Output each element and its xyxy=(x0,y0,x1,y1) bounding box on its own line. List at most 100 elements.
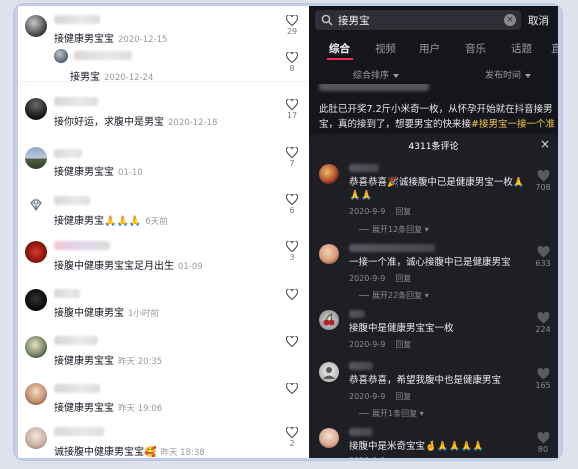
video-description[interactable]: 此肚已开奖7.2斤小米奇一枚，从怀孕开始就在抖音接男 宝，真的接到了，想要男宝的… xyxy=(319,102,555,132)
blurred-username[interactable] xyxy=(54,336,98,345)
divider xyxy=(359,229,369,230)
chevron-down-icon xyxy=(525,73,532,78)
blurred-username[interactable] xyxy=(54,289,80,298)
comment-row[interactable]: 诚接腹中健康男宝宝🥰 昨天 18:38 2 xyxy=(18,419,309,458)
avatar[interactable] xyxy=(25,289,47,311)
blurred-username[interactable] xyxy=(349,362,373,370)
clear-search-icon[interactable]: × xyxy=(504,14,516,26)
close-icon[interactable]: × xyxy=(540,137,550,151)
heart-icon xyxy=(537,368,549,380)
comment-row[interactable]: 接健康男宝宝 昨天 20:35 xyxy=(18,326,309,372)
heart-icon xyxy=(286,15,298,26)
comment-row[interactable]: 接健康男宝宝 2020-12-15 29 xyxy=(18,6,309,46)
blurred-username[interactable] xyxy=(54,149,82,158)
reply-button[interactable]: 回复 xyxy=(395,207,411,216)
reply-row[interactable]: 接男宝 2020-12-24 8 xyxy=(18,46,309,83)
blurred-username[interactable] xyxy=(54,97,98,106)
expand-replies[interactable]: 展开22条回复 ▾ xyxy=(359,290,429,301)
comment-row[interactable]: 接健康男宝🙏🙏🙏 6天前 6 xyxy=(18,186,309,231)
search-input[interactable]: 接男宝 × xyxy=(315,10,521,30)
comment-text: 接你好运，求腹中是男宝 2020-12-18 xyxy=(54,113,217,128)
tab-comprehensive[interactable]: 综合 xyxy=(329,41,350,56)
diamond-icon xyxy=(30,199,42,212)
tab-topics[interactable]: 话题 xyxy=(511,41,532,56)
like-button[interactable]: 2 xyxy=(284,427,300,448)
comment-row[interactable]: 接腹中健康男宝宝足月出生 01-09 3 xyxy=(18,233,309,278)
video-author-line xyxy=(309,84,558,99)
blurred-username[interactable] xyxy=(349,428,373,436)
hashtag-link[interactable]: #接男宝一接一个准 xyxy=(471,119,555,130)
sort-dropdown[interactable]: 综合排序 xyxy=(353,68,400,81)
comment-row[interactable]: 接腹中健康男宝 1小时前 xyxy=(18,279,309,324)
like-button[interactable]: 165 xyxy=(534,368,552,390)
comment-date: 2020-9-9 xyxy=(349,274,386,283)
like-button[interactable]: 29 xyxy=(284,15,300,36)
avatar[interactable] xyxy=(319,164,339,184)
tab-video[interactable]: 视频 xyxy=(375,41,396,56)
comment-date: 2020-12-15 xyxy=(118,35,168,45)
avatar[interactable] xyxy=(25,241,47,263)
avatar[interactable] xyxy=(54,49,68,63)
comment-row[interactable]: 接健康男宝宝 昨天 19:06 xyxy=(18,372,309,419)
avatar[interactable] xyxy=(319,310,339,330)
heart-icon xyxy=(286,241,298,252)
like-button[interactable]: 6 xyxy=(284,194,300,215)
like-button[interactable]: 3 xyxy=(284,241,300,262)
heart-icon xyxy=(286,427,298,438)
blurred-username[interactable] xyxy=(54,384,100,393)
comment-row[interactable]: 接你好运，求腹中是男宝 2020-12-18 17 xyxy=(18,89,309,134)
reply-button[interactable]: 回复 xyxy=(395,340,411,349)
blurred-username[interactable] xyxy=(54,15,100,24)
like-button[interactable]: 224 xyxy=(534,312,552,334)
like-button[interactable] xyxy=(284,336,300,348)
tab-users[interactable]: 用户 xyxy=(419,41,440,56)
comment-row[interactable]: 接健康男宝宝 01-10 7 xyxy=(18,136,309,183)
blurred-username[interactable] xyxy=(349,164,379,172)
avatar[interactable] xyxy=(25,383,47,405)
tab-music[interactable]: 音乐 xyxy=(465,41,486,56)
avatar[interactable] xyxy=(319,362,339,382)
like-button[interactable]: 80 xyxy=(534,432,552,454)
reply-button[interactable]: 回复 xyxy=(395,274,411,283)
like-button[interactable]: 708 xyxy=(534,170,552,192)
blurred-username[interactable] xyxy=(349,310,365,318)
comment-date: 01-09 xyxy=(178,262,203,272)
avatar[interactable] xyxy=(25,98,47,120)
avatar[interactable] xyxy=(25,147,47,169)
avatar[interactable] xyxy=(319,244,339,264)
like-button[interactable] xyxy=(284,383,300,395)
comment-text: 恭喜恭喜，希望我腹中也是健康男宝 xyxy=(349,375,502,386)
comment-meta: 2020-9-9 回复 xyxy=(349,206,411,217)
cancel-button[interactable]: 取消 xyxy=(528,13,549,28)
blurred-username[interactable] xyxy=(349,244,435,252)
like-button[interactable] xyxy=(284,289,300,301)
comment-text-body: 接健康男宝宝 xyxy=(54,356,114,367)
expand-replies-label: 展开22条回复 xyxy=(372,291,423,300)
avatar[interactable] xyxy=(25,15,47,37)
blurred-username[interactable] xyxy=(54,241,110,250)
comment-date: 6天前 xyxy=(145,217,168,227)
avatar[interactable] xyxy=(319,428,339,448)
avatar[interactable] xyxy=(25,336,47,358)
heart-icon xyxy=(286,383,298,394)
heart-icon xyxy=(286,147,298,158)
comment-text-body: 诚接腹中健康男宝宝🥰 xyxy=(54,447,157,458)
like-button[interactable]: 17 xyxy=(284,99,300,120)
person-icon xyxy=(323,367,335,379)
comment-date: 昨天 20:35 xyxy=(118,357,163,367)
time-dropdown[interactable]: 发布时间 xyxy=(485,68,532,81)
blurred-username[interactable] xyxy=(54,196,90,205)
expand-replies[interactable]: 展开1条回复 ▾ xyxy=(359,408,424,419)
like-button[interactable]: 633 xyxy=(534,246,552,268)
like-button[interactable]: 7 xyxy=(284,147,300,168)
reply-button[interactable]: 回复 xyxy=(395,392,411,401)
expand-replies[interactable]: 展开12条回复 ▾ xyxy=(359,224,429,235)
avatar[interactable] xyxy=(25,427,47,449)
blurred-username[interactable] xyxy=(74,51,132,60)
divider xyxy=(359,413,369,414)
heart-icon xyxy=(286,99,298,110)
avatar[interactable] xyxy=(27,196,45,214)
blurred-username[interactable] xyxy=(54,427,104,436)
tab-live[interactable]: 直 xyxy=(551,41,558,56)
like-button[interactable]: 8 xyxy=(284,52,300,73)
